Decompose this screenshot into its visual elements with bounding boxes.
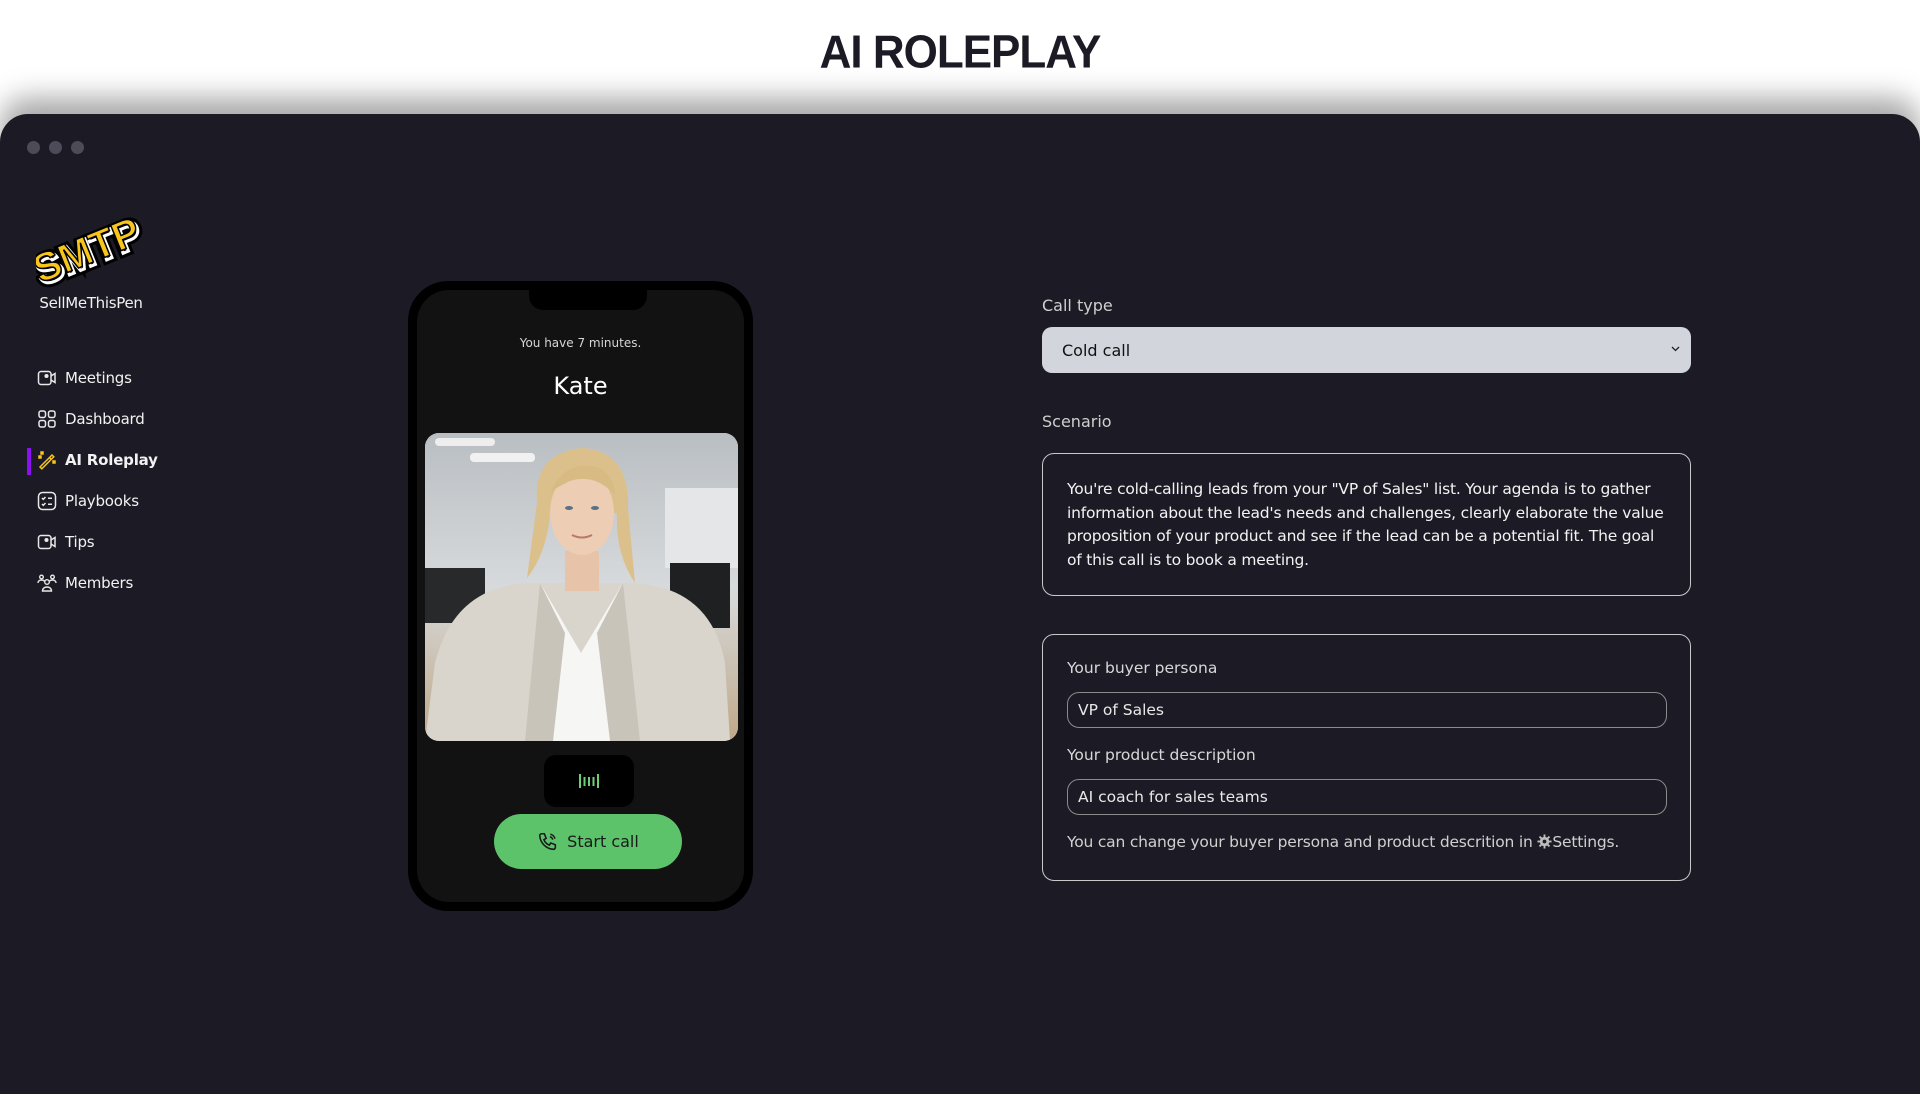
phone-mockup: You have 7 minutes. Kate Start call	[408, 281, 753, 911]
audio-indicator-button[interactable]	[544, 755, 634, 807]
start-call-button[interactable]: Start call	[494, 814, 682, 869]
checklist-icon	[37, 491, 57, 510]
window-dot-minimize[interactable]	[49, 141, 62, 154]
brand-name: SellMeThisPen	[39, 294, 143, 312]
sidebar-item-label: Playbooks	[65, 491, 139, 510]
settings-note-text: You can change your buyer persona and pr…	[1067, 833, 1538, 851]
chevron-down-icon	[1671, 346, 1680, 352]
product-description-input[interactable]: AI coach for sales teams	[1067, 779, 1667, 815]
magic-wand-icon	[38, 450, 56, 470]
sidebar-item-label: Dashboard	[65, 409, 145, 428]
sidebar-item-label: Meetings	[65, 368, 132, 387]
brand-logo[interactable]: SMTP SMTP SMTP SellMeThisPen	[36, 209, 146, 312]
phone-icon	[539, 832, 557, 850]
settings-link[interactable]: Settings.	[1552, 833, 1619, 851]
sidebar-item-members[interactable]: Members	[0, 562, 200, 603]
sidebar-item-ai-roleplay[interactable]: AI Roleplay	[0, 439, 200, 480]
settings-note: You can change your buyer persona and pr…	[1067, 833, 1619, 851]
caller-photo	[425, 433, 738, 741]
product-description-label: Your product description	[1067, 746, 1256, 764]
gear-icon	[1537, 834, 1552, 849]
window-dot-close[interactable]	[27, 141, 40, 154]
start-call-label: Start call	[567, 832, 639, 851]
phone-screen: You have 7 minutes. Kate Start call	[417, 290, 744, 902]
logo-text: SMTP	[36, 209, 146, 291]
call-type-value: Cold call	[1062, 340, 1131, 360]
window-dot-maximize[interactable]	[71, 141, 84, 154]
sidebar-nav: Meetings Dashboard AI Roleplay Playbooks…	[0, 357, 200, 603]
window-controls	[27, 141, 84, 154]
audio-wave-icon	[579, 774, 599, 788]
page-title: AI ROLEPLAY	[819, 26, 1102, 79]
scenario-label: Scenario	[1042, 412, 1112, 431]
call-type-label: Call type	[1042, 296, 1113, 315]
caller-portrait-image	[425, 433, 738, 741]
call-type-select[interactable]: Cold call	[1042, 327, 1691, 373]
video-icon	[37, 534, 56, 549]
video-icon	[37, 370, 56, 385]
phone-notch	[529, 290, 647, 310]
sidebar-item-meetings[interactable]: Meetings	[0, 357, 200, 398]
buyer-persona-input[interactable]: VP of Sales	[1067, 692, 1667, 728]
sidebar-item-label: AI Roleplay	[65, 450, 158, 469]
persona-panel: Your buyer persona VP of Sales Your prod…	[1042, 634, 1691, 881]
sidebar-item-dashboard[interactable]: Dashboard	[0, 398, 200, 439]
caller-name: Kate	[553, 372, 608, 400]
call-timer-text: You have 7 minutes.	[519, 336, 642, 350]
users-icon	[37, 574, 57, 592]
app-window: SMTP SMTP SMTP SellMeThisPen Meetings Da…	[0, 114, 1920, 1094]
scenario-textbox[interactable]: You're cold-calling leads from your "VP …	[1042, 453, 1691, 596]
smtp-logo-icon: SMTP SMTP SMTP	[36, 209, 146, 291]
sidebar-item-playbooks[interactable]: Playbooks	[0, 480, 200, 521]
sidebar-item-tips[interactable]: Tips	[0, 521, 200, 562]
grid-icon	[38, 409, 56, 428]
buyer-persona-label: Your buyer persona	[1067, 659, 1218, 677]
sidebar-item-label: Tips	[65, 532, 95, 551]
sidebar-item-label: Members	[65, 573, 134, 592]
